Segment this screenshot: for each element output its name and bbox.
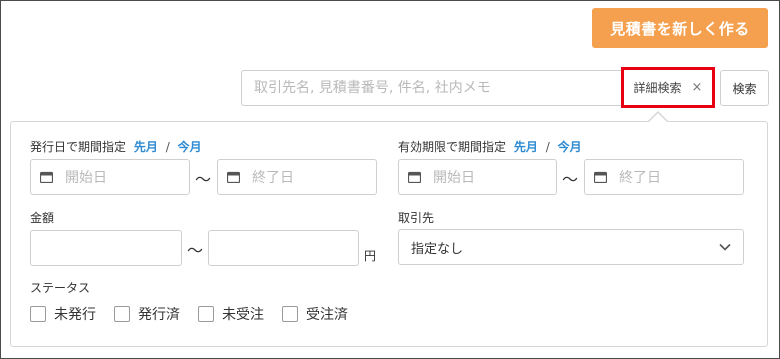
issue-date-last-month-link[interactable]: 先月 (134, 140, 158, 154)
expiry-date-last-month-link[interactable]: 先月 (514, 140, 538, 154)
yen-unit: 円 (364, 249, 377, 263)
issue-date-end-placeholder: 終了日 (252, 170, 294, 186)
expiry-date-label-row: 有効期限で期間指定 先月 / 今月 (398, 138, 582, 155)
checkbox-label: 発行済 (138, 307, 180, 323)
calendar-icon (227, 171, 240, 183)
range-tilde: ～ (562, 170, 579, 189)
issue-date-start-placeholder: 開始日 (65, 170, 107, 186)
checkbox[interactable] (282, 306, 298, 322)
status-unissued-checkbox[interactable]: 未発行 (30, 304, 96, 324)
status-ordered-checkbox[interactable]: 受注済 (282, 304, 348, 324)
client-select[interactable]: 指定なし (398, 229, 744, 265)
expiry-date-label: 有効期限で期間指定 (398, 140, 507, 154)
client-select-value: 指定なし (411, 241, 464, 257)
separator: / (165, 140, 170, 154)
status-label: ステータス (30, 281, 91, 295)
chevron-down-icon (719, 240, 731, 255)
checkbox-label: 未発行 (54, 307, 96, 323)
status-checkbox-group: 未発行 発行済 未受注 受注済 (30, 304, 366, 324)
amount-max-field[interactable] (208, 230, 359, 266)
checkbox[interactable] (114, 306, 130, 322)
detail-search-toggle[interactable]: 詳細検索 × (621, 67, 715, 108)
expiry-date-start-placeholder: 開始日 (433, 170, 475, 186)
expiry-date-start-field[interactable]: 開始日 (398, 159, 557, 195)
expiry-date-this-month-link[interactable]: 今月 (558, 140, 582, 154)
checkbox-label: 未受注 (222, 307, 264, 323)
checkbox[interactable] (30, 306, 46, 322)
calendar-icon (594, 171, 607, 183)
close-icon[interactable]: × (692, 80, 703, 95)
search-input[interactable] (252, 71, 612, 105)
create-estimate-button[interactable]: 見積書を新しく作る (592, 8, 768, 48)
issue-date-start-field[interactable]: 開始日 (30, 159, 190, 195)
range-tilde: ～ (195, 170, 212, 189)
panel-caret-fill (649, 113, 667, 122)
checkbox-label: 受注済 (306, 307, 348, 323)
issue-date-label: 発行日で期間指定 (30, 140, 127, 154)
client-label: 取引先 (398, 211, 435, 225)
detail-search-label: 詳細検索 (633, 81, 682, 95)
search-button[interactable]: 検索 (720, 70, 769, 106)
status-issued-checkbox[interactable]: 発行済 (114, 304, 180, 324)
expiry-date-end-field[interactable]: 終了日 (584, 159, 744, 195)
issue-date-this-month-link[interactable]: 今月 (178, 140, 202, 154)
separator: / (545, 140, 550, 154)
amount-label: 金額 (30, 211, 55, 225)
expiry-date-end-placeholder: 終了日 (619, 170, 661, 186)
range-tilde: ～ (187, 241, 204, 260)
amount-min-field[interactable] (30, 230, 182, 266)
checkbox[interactable] (198, 306, 214, 322)
calendar-icon (408, 171, 421, 183)
calendar-icon (40, 171, 53, 183)
issue-date-end-field[interactable]: 終了日 (217, 159, 377, 195)
status-unordered-checkbox[interactable]: 未受注 (198, 304, 264, 324)
issue-date-label-row: 発行日で期間指定 先月 / 今月 (30, 138, 202, 155)
